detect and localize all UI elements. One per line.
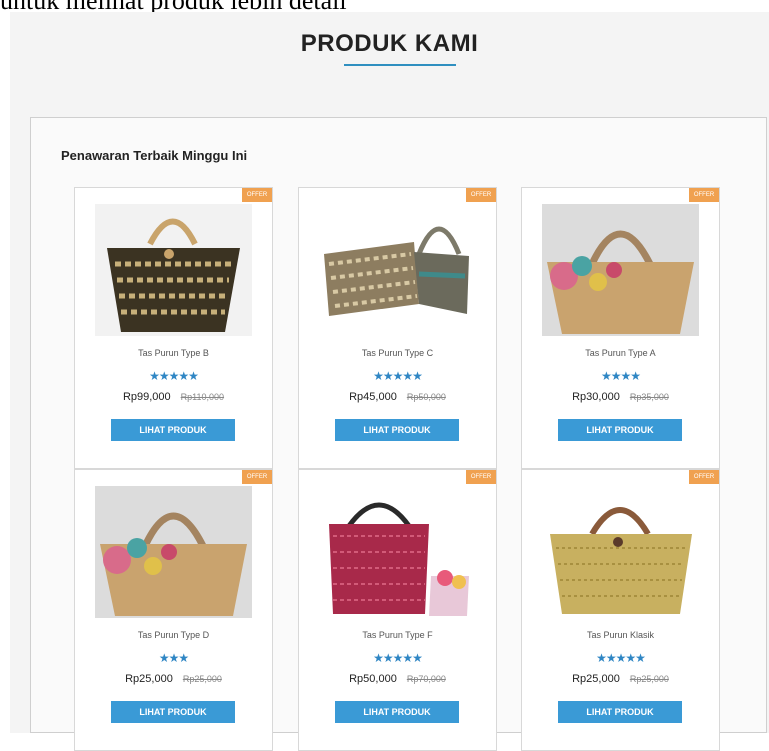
product-card[interactable]: OFFER Tas Purun Type D ★★★ Rp25,000 Rp25,… [74,469,273,751]
price-row: Rp25,000 Rp25,000 [75,673,272,685]
bag-image [95,204,252,336]
offer-badge: OFFER [466,188,496,202]
price: Rp45,000 [349,391,397,403]
bag-image [319,486,476,618]
star-rating: ★★★★ [600,369,641,383]
star-rating: ★★★★★ [149,369,199,383]
products-section: PRODUK KAMI Penawaran Terbaik Minggu Ini… [10,12,769,751]
panel-title: Penawaran Terbaik Minggu Ini [61,148,248,163]
product-name[interactable]: Tas Purun Type F [299,630,496,640]
bag-image [95,486,252,618]
price-row: Rp30,000 Rp35,000 [522,391,719,403]
product-image[interactable] [95,486,252,618]
old-price: Rp25,000 [629,674,669,684]
view-product-button[interactable]: LIHAT PRODUK [335,419,459,441]
product-name[interactable]: Tas Purun Type D [75,630,272,640]
offers-panel: Penawaran Terbaik Minggu Ini OFFER Tas P… [30,117,767,751]
price: Rp50,000 [349,673,397,685]
product-image[interactable] [542,486,699,618]
star-rating: ★★★★★ [373,369,423,383]
product-name[interactable]: Tas Purun Type B [75,348,272,358]
offer-badge: OFFER [689,470,719,484]
price-row: Rp99,000 Rp110,000 [75,391,272,403]
view-product-button[interactable]: LIHAT PRODUK [335,701,459,723]
star-rating: ★★★★★ [373,651,423,665]
price: Rp25,000 [125,673,173,685]
title-underline [344,64,456,66]
price-row: Rp25,000 Rp25,000 [522,673,719,685]
star-rating: ★★★★★ [596,651,646,665]
view-product-button[interactable]: LIHAT PRODUK [558,419,682,441]
product-image[interactable] [95,204,252,336]
product-card[interactable]: OFFER Tas Purun Type A ★★★★ Rp30,000 Rp35… [521,187,720,469]
bag-image [319,204,476,336]
price: Rp25,000 [572,673,620,685]
product-card[interactable]: OFFER Tas Purun Type C ★★★★★ Rp45,000 Rp5… [298,187,497,469]
view-product-button[interactable]: LIHAT PRODUK [111,701,235,723]
bag-image [542,204,699,336]
product-image[interactable] [319,486,476,618]
offer-badge: OFFER [242,470,272,484]
product-name[interactable]: Tas Purun Type A [522,348,719,358]
product-card[interactable]: OFFER Tas Purun Type F ★★★★★ Rp50,000 Rp7… [298,469,497,751]
offer-badge: OFFER [689,188,719,202]
product-name[interactable]: Tas Purun Klasik [522,630,719,640]
old-price: Rp70,000 [406,674,446,684]
offer-badge: OFFER [242,188,272,202]
product-name[interactable]: Tas Purun Type C [299,348,496,358]
price: Rp99,000 [122,391,171,403]
star-rating: ★★★ [158,651,189,665]
old-price: Rp35,000 [629,392,669,402]
price: Rp30,000 [572,391,620,403]
product-card[interactable]: OFFER Tas Purun Type B ★★★★★ Rp99,000 Rp1… [74,187,273,469]
old-price: Rp25,000 [182,674,222,684]
view-product-button[interactable]: LIHAT PRODUK [111,419,235,441]
product-card[interactable]: OFFER Tas Purun Klasik ★★★★★ Rp25,000 Rp2… [521,469,720,751]
price-row: Rp45,000 Rp50,000 [299,391,496,403]
old-price: Rp50,000 [406,392,446,402]
section-title: PRODUK KAMI [300,30,479,57]
bag-image [542,486,699,618]
old-price: Rp110,000 [180,392,225,402]
view-product-button[interactable]: LIHAT PRODUK [558,701,682,723]
offer-badge: OFFER [466,470,496,484]
product-image[interactable] [542,204,699,336]
product-image[interactable] [319,204,476,336]
price-row: Rp50,000 Rp70,000 [299,673,496,685]
